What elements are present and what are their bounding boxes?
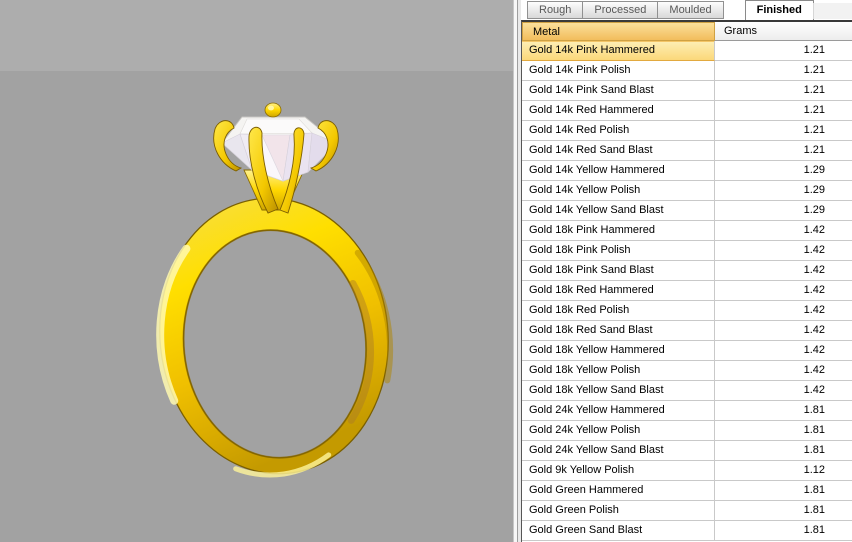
cell-metal: Gold 18k Pink Polish — [522, 241, 715, 261]
tab-finished[interactable]: Finished — [745, 0, 814, 20]
table-row[interactable]: Gold 18k Pink Polish1.42 — [522, 241, 852, 261]
cell-grams: 1.42 — [715, 301, 852, 321]
table-row[interactable]: Gold 18k Yellow Hammered1.42 — [522, 341, 852, 361]
ring-render — [0, 0, 513, 542]
cell-grams: 1.81 — [715, 441, 852, 461]
cell-grams: 1.81 — [715, 481, 852, 501]
tab-moulded[interactable]: Moulded — [657, 1, 723, 19]
table-row[interactable]: Gold 14k Pink Polish1.21 — [522, 61, 852, 81]
cell-grams: 1.42 — [715, 341, 852, 361]
tab-rough[interactable]: Rough — [527, 1, 583, 19]
table-row[interactable]: Gold 18k Red Hammered1.42 — [522, 281, 852, 301]
cell-grams: 1.42 — [715, 221, 852, 241]
table-row[interactable]: Gold Green Sand Blast1.81 — [522, 521, 852, 541]
app-window: RoughProcessedMoulded Finished Metal Gram… — [0, 0, 852, 542]
cell-grams: 1.29 — [715, 181, 852, 201]
cell-grams: 1.21 — [715, 41, 852, 61]
cell-metal: Gold 14k Yellow Polish — [522, 181, 715, 201]
panel-splitter[interactable] — [513, 0, 521, 542]
cell-grams: 1.29 — [715, 161, 852, 181]
table-row[interactable]: Gold 18k Yellow Sand Blast1.42 — [522, 381, 852, 401]
cell-metal: Gold 14k Pink Hammered — [522, 41, 715, 61]
cell-grams: 1.42 — [715, 321, 852, 341]
cell-grams: 1.81 — [715, 421, 852, 441]
cell-grams: 1.42 — [715, 281, 852, 301]
cell-grams: 1.42 — [715, 381, 852, 401]
cell-grams: 1.12 — [715, 461, 852, 481]
cell-metal: Gold Green Sand Blast — [522, 521, 715, 541]
cell-metal: Gold 14k Pink Polish — [522, 61, 715, 81]
cell-metal: Gold 14k Pink Sand Blast — [522, 81, 715, 101]
cell-grams: 1.81 — [715, 501, 852, 521]
cell-metal: Gold 9k Yellow Polish — [522, 461, 715, 481]
cell-metal: Gold Green Polish — [522, 501, 715, 521]
cell-grams: 1.42 — [715, 261, 852, 281]
weights-table: Metal Grams Gold 14k Pink Hammered1.21Go… — [521, 20, 852, 542]
cell-metal: Gold 24k Yellow Hammered — [522, 401, 715, 421]
table-row[interactable]: Gold Green Polish1.81 — [522, 501, 852, 521]
cell-grams: 1.81 — [715, 401, 852, 421]
cell-metal: Gold 24k Yellow Sand Blast — [522, 441, 715, 461]
cell-metal: Gold 18k Red Hammered — [522, 281, 715, 301]
cell-metal: Gold 18k Pink Hammered — [522, 221, 715, 241]
cell-metal: Gold 24k Yellow Polish — [522, 421, 715, 441]
table-body: Gold 14k Pink Hammered1.21Gold 14k Pink … — [522, 41, 852, 541]
table-row[interactable]: Gold Green Hammered1.81 — [522, 481, 852, 501]
tab-bar-filler — [813, 3, 852, 19]
table-row[interactable]: Gold 14k Red Hammered1.21 — [522, 101, 852, 121]
cell-metal: Gold 14k Yellow Sand Blast — [522, 201, 715, 221]
table-row[interactable]: Gold 14k Yellow Sand Blast1.29 — [522, 201, 852, 221]
table-row[interactable]: Gold 18k Pink Hammered1.42 — [522, 221, 852, 241]
cell-metal: Gold Green Hammered — [522, 481, 715, 501]
table-row[interactable]: Gold 14k Pink Hammered1.21 — [522, 41, 852, 61]
cell-metal: Gold 14k Red Polish — [522, 121, 715, 141]
table-row[interactable]: Gold 18k Yellow Polish1.42 — [522, 361, 852, 381]
column-header-metal[interactable]: Metal — [522, 22, 715, 41]
cell-grams: 1.81 — [715, 521, 852, 541]
table-row[interactable]: Gold 24k Yellow Sand Blast1.81 — [522, 441, 852, 461]
cell-grams: 1.42 — [715, 361, 852, 381]
cell-metal: Gold 18k Red Polish — [522, 301, 715, 321]
cell-grams: 1.21 — [715, 81, 852, 101]
cell-metal: Gold 18k Yellow Sand Blast — [522, 381, 715, 401]
table-row[interactable]: Gold 14k Yellow Hammered1.29 — [522, 161, 852, 181]
cell-metal: Gold 14k Red Sand Blast — [522, 141, 715, 161]
3d-viewport[interactable] — [0, 0, 513, 542]
table-row[interactable]: Gold 14k Pink Sand Blast1.21 — [522, 81, 852, 101]
table-row[interactable]: Gold 9k Yellow Polish1.12 — [522, 461, 852, 481]
tab-bar: RoughProcessedMoulded Finished — [521, 0, 852, 20]
table-row[interactable]: Gold 14k Yellow Polish1.29 — [522, 181, 852, 201]
table-row[interactable]: Gold 18k Pink Sand Blast1.42 — [522, 261, 852, 281]
table-row[interactable]: Gold 18k Red Sand Blast1.42 — [522, 321, 852, 341]
cell-metal: Gold 14k Red Hammered — [522, 101, 715, 121]
cell-metal: Gold 18k Pink Sand Blast — [522, 261, 715, 281]
table-header-row: Metal Grams — [522, 22, 852, 41]
cell-metal: Gold 18k Yellow Polish — [522, 361, 715, 381]
column-header-grams[interactable]: Grams — [715, 22, 852, 41]
table-row[interactable]: Gold 14k Red Polish1.21 — [522, 121, 852, 141]
cell-metal: Gold 14k Yellow Hammered — [522, 161, 715, 181]
table-row[interactable]: Gold 24k Yellow Hammered1.81 — [522, 401, 852, 421]
weights-panel: RoughProcessedMoulded Finished Metal Gram… — [521, 0, 852, 542]
table-row[interactable]: Gold 24k Yellow Polish1.81 — [522, 421, 852, 441]
cell-metal: Gold 18k Red Sand Blast — [522, 321, 715, 341]
cell-metal: Gold 18k Yellow Hammered — [522, 341, 715, 361]
tab-processed[interactable]: Processed — [582, 1, 658, 19]
cell-grams: 1.42 — [715, 241, 852, 261]
cell-grams: 1.21 — [715, 141, 852, 161]
table-row[interactable]: Gold 14k Red Sand Blast1.21 — [522, 141, 852, 161]
cell-grams: 1.21 — [715, 101, 852, 121]
cell-grams: 1.21 — [715, 121, 852, 141]
cell-grams: 1.29 — [715, 201, 852, 221]
table-row[interactable]: Gold 18k Red Polish1.42 — [522, 301, 852, 321]
cell-grams: 1.21 — [715, 61, 852, 81]
